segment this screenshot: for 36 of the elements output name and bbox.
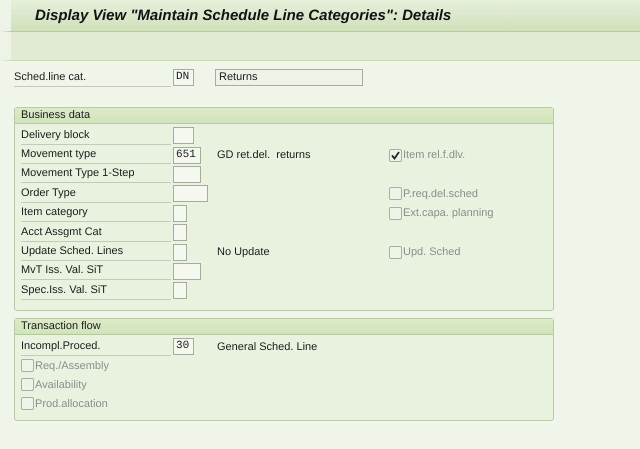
field-label: Order Type	[21, 184, 171, 203]
field-description: No Update	[216, 246, 270, 258]
input-field[interactable]	[173, 204, 187, 222]
field-description: GD ret.del. returns	[216, 149, 311, 162]
field-label: Update Sched. Lines	[21, 243, 171, 262]
checkbox-label: Prod.allocation	[35, 398, 108, 410]
checkbox-label: Upd. Sched	[403, 246, 460, 258]
field-label: Incompl.Proced.	[21, 338, 171, 356]
checkbox-label: P.req.del.sched	[403, 188, 478, 200]
field-description: General Sched. Line	[216, 340, 318, 353]
field-label: Sched.line cat.	[14, 68, 171, 87]
output-field: Returns	[215, 69, 363, 86]
field-label: Spec.Iss. Val. SiT	[21, 282, 171, 300]
input-field[interactable]	[173, 224, 187, 242]
input-field[interactable]	[173, 127, 194, 144]
field-label: Item category	[21, 204, 171, 222]
input-field[interactable]	[173, 262, 201, 280]
input-field[interactable]: DN	[173, 69, 194, 86]
window-title: Display View "Maintain Schedule Line Categories": Details	[0, 0, 640, 32]
checkbox-label: Availability	[35, 378, 87, 391]
panel-title: Transaction flow	[15, 319, 553, 335]
field-label: MvT Iss. Val. SiT	[21, 262, 171, 280]
checkbox-label: Item rel.f.dlv.	[403, 149, 466, 162]
field-label: Movement type	[21, 146, 171, 164]
input-field[interactable]	[173, 166, 201, 183]
checkbox-label: Req./Assembly	[35, 360, 109, 372]
input-field[interactable]	[173, 185, 208, 202]
input-field[interactable]: 651	[173, 146, 201, 164]
input-field[interactable]	[173, 282, 187, 300]
field-label: Delivery block	[21, 126, 171, 145]
field-label: Acct Assgmt Cat	[21, 224, 171, 242]
input-field[interactable]: 30	[173, 338, 194, 356]
field-label: Movement Type 1-Step	[21, 165, 171, 184]
panel-title: Business data	[15, 108, 553, 124]
input-field[interactable]	[173, 244, 187, 261]
checkbox-label: Ext.capa. planning	[403, 207, 494, 220]
